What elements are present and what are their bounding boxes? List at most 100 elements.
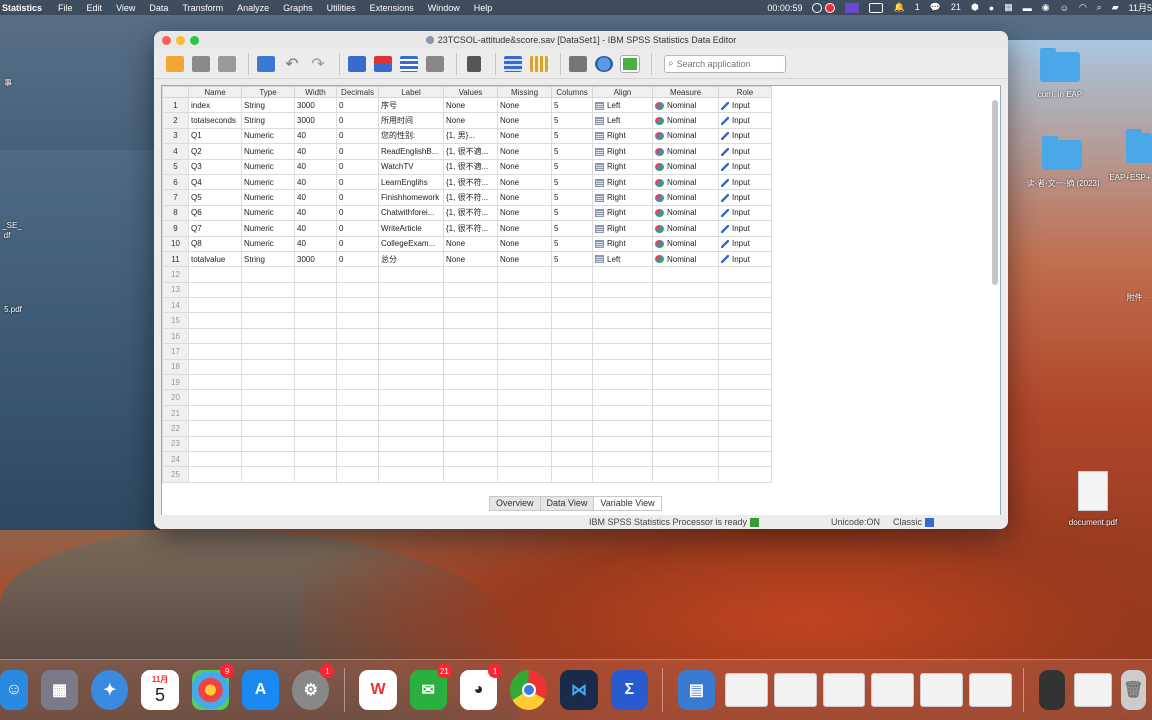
cell-columns[interactable]: 5 xyxy=(551,250,593,268)
empty-cell[interactable] xyxy=(336,297,379,314)
empty-cell[interactable] xyxy=(652,358,719,376)
empty-cell[interactable] xyxy=(241,420,295,437)
empty-cell[interactable] xyxy=(592,266,653,283)
cell-type[interactable]: Numeric xyxy=(241,189,295,206)
minimized-window-thumbnail[interactable] xyxy=(871,673,915,707)
empty-cell[interactable] xyxy=(294,435,337,452)
empty-cell[interactable] xyxy=(592,389,653,406)
column-header-missing[interactable]: Missing xyxy=(497,86,552,98)
cell-name[interactable]: Q6 xyxy=(188,204,242,222)
wechat-icon[interactable]: ✉ 21 xyxy=(409,664,452,710)
empty-cell[interactable] xyxy=(652,389,719,406)
cell-align[interactable]: Right xyxy=(592,158,653,175)
empty-cell[interactable] xyxy=(188,450,242,468)
empty-cell[interactable] xyxy=(592,435,653,452)
cell-role[interactable]: Input xyxy=(718,220,772,237)
row-number[interactable]: 19 xyxy=(162,374,189,391)
row-number[interactable]: 1 xyxy=(162,96,189,114)
desktop-folder-icon[interactable] xyxy=(1040,48,1080,82)
cell-measure[interactable]: Nominal xyxy=(652,189,719,206)
empty-cell[interactable] xyxy=(551,466,593,483)
cell-measure[interactable]: Nominal xyxy=(652,158,719,175)
record-stop-icon[interactable] xyxy=(825,2,836,13)
cell-type[interactable]: Numeric xyxy=(241,220,295,237)
cell-name[interactable]: Q4 xyxy=(188,173,242,191)
circle-app-icon[interactable]: ● xyxy=(989,3,994,13)
empty-cell[interactable] xyxy=(336,312,379,329)
cell-columns[interactable]: 5 xyxy=(551,204,593,222)
menu-utilities[interactable]: Utilities xyxy=(327,3,356,13)
value-labels-button[interactable] xyxy=(593,53,615,75)
tab-variable-view[interactable]: Variable View xyxy=(593,496,662,511)
empty-cell[interactable] xyxy=(241,450,295,468)
cell-values[interactable]: {1, 很不符... xyxy=(443,189,498,206)
menu-help[interactable]: Help xyxy=(474,3,493,13)
goto-case-button[interactable] xyxy=(346,53,368,75)
cell-width[interactable]: 40 xyxy=(294,204,337,222)
cell-width[interactable]: 3000 xyxy=(294,96,337,114)
empty-cell[interactable] xyxy=(551,420,593,437)
empty-cell[interactable] xyxy=(188,327,242,345)
cell-width[interactable]: 40 xyxy=(294,127,337,145)
empty-cell[interactable] xyxy=(241,343,295,360)
cell-name[interactable]: Q1 xyxy=(188,127,242,145)
car-icon[interactable]: ▬ xyxy=(1023,3,1032,13)
empty-cell[interactable] xyxy=(497,466,552,483)
column-header-values[interactable]: Values xyxy=(443,86,498,98)
cell-align[interactable]: Right xyxy=(592,204,653,222)
cell-type[interactable]: Numeric xyxy=(241,158,295,175)
row-number[interactable]: 9 xyxy=(162,220,189,237)
empty-cell[interactable] xyxy=(497,358,552,376)
cell-name[interactable]: Q3 xyxy=(188,158,242,175)
cell-align[interactable]: Right xyxy=(592,143,653,160)
window-titlebar[interactable]: 23TCSOL-attitude&score.sav [DataSet1] - … xyxy=(154,31,1008,49)
wifi-icon[interactable]: ◠ xyxy=(1079,2,1087,13)
cell-measure[interactable]: Nominal xyxy=(652,143,719,160)
empty-cell[interactable] xyxy=(336,435,379,452)
menu-window[interactable]: Window xyxy=(428,3,460,13)
empty-cell[interactable] xyxy=(443,312,498,329)
cell-role[interactable]: Input xyxy=(718,173,772,191)
empty-cell[interactable] xyxy=(294,389,337,406)
empty-cell[interactable] xyxy=(294,327,337,345)
cell-type[interactable]: String xyxy=(241,96,295,114)
empty-cell[interactable] xyxy=(188,297,242,314)
cell-decimals[interactable]: 0 xyxy=(336,173,379,191)
empty-cell[interactable] xyxy=(294,466,337,483)
empty-cell[interactable] xyxy=(241,404,295,422)
split-file-button[interactable] xyxy=(567,53,589,75)
cell-label[interactable]: Chatwithforei... xyxy=(378,204,444,222)
chrome-icon[interactable] xyxy=(510,670,548,710)
wps-office-icon[interactable]: W xyxy=(359,670,397,710)
use-sets-button[interactable] xyxy=(619,53,641,75)
empty-cell[interactable] xyxy=(443,266,498,283)
system-settings-icon[interactable]: ⚙ 1 xyxy=(292,664,335,710)
cell-role[interactable]: Input xyxy=(718,143,772,160)
cell-type[interactable]: Numeric xyxy=(241,204,295,222)
empty-cell[interactable] xyxy=(718,312,772,329)
cell-label[interactable]: 序号 xyxy=(378,96,444,114)
print-button[interactable] xyxy=(216,53,238,75)
cell-values[interactable]: {1, 男}... xyxy=(443,127,498,145)
empty-cell[interactable] xyxy=(652,466,719,483)
empty-cell[interactable] xyxy=(443,281,498,299)
row-number[interactable]: 14 xyxy=(162,297,189,314)
app-store-icon[interactable]: A xyxy=(241,670,280,710)
cell-missing[interactable]: None xyxy=(497,173,552,191)
cell-decimals[interactable]: 0 xyxy=(336,189,379,206)
chat-icon[interactable]: 💬 21 xyxy=(930,2,961,13)
cell-decimals[interactable]: 0 xyxy=(336,112,379,129)
cell-measure[interactable]: Nominal xyxy=(652,204,719,222)
empty-cell[interactable] xyxy=(652,420,719,437)
empty-cell[interactable] xyxy=(443,389,498,406)
row-number[interactable]: 17 xyxy=(162,343,189,360)
empty-cell[interactable] xyxy=(497,389,552,406)
flag-icon[interactable]: ▰ xyxy=(1112,2,1119,13)
cell-type[interactable]: Numeric xyxy=(241,143,295,160)
empty-cell[interactable] xyxy=(188,374,242,391)
row-number[interactable]: 3 xyxy=(162,127,189,145)
cell-values[interactable]: {1, 很不適... xyxy=(443,143,498,160)
empty-cell[interactable] xyxy=(241,312,295,329)
qq-icon[interactable]: ◕ 1 xyxy=(459,664,503,710)
row-number[interactable]: 8 xyxy=(162,204,189,222)
